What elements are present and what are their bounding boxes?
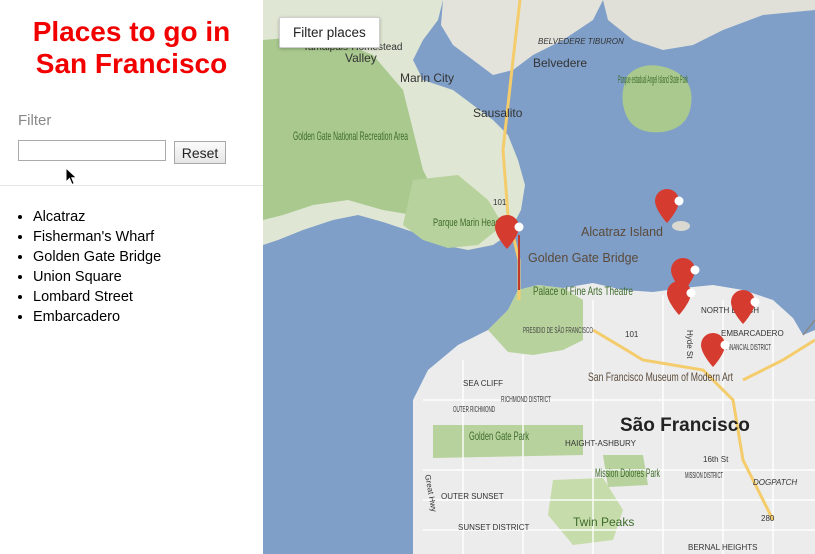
list-item[interactable]: Fisherman's Wharf [33, 227, 161, 247]
reset-button[interactable]: Reset [174, 141, 226, 164]
map-label: FINANCIAL DISTRICT [726, 343, 771, 352]
title-line-2: San Francisco [35, 48, 228, 79]
list-item[interactable]: Golden Gate Bridge [33, 247, 161, 267]
page-title: Places to go in San Francisco [0, 16, 263, 80]
map-label: DOGPATCH [753, 478, 797, 487]
mouse-cursor-icon [65, 167, 78, 186]
map-label: PRESIDIO DE SÃO FRANCISCO [523, 326, 593, 335]
title-line-1: Places to go in [32, 16, 231, 47]
sidebar: Places to go in San Francisco Filter Res… [0, 0, 263, 554]
map-label: Twin Peaks [573, 515, 634, 529]
list-item[interactable]: Lombard Street [33, 287, 161, 307]
map-label: SEA CLIFF [463, 379, 503, 388]
map-label: RICHMOND DISTRICT [501, 395, 551, 404]
map-label: OUTER RICHMOND [453, 405, 495, 414]
map-label: Alcatraz Island [581, 225, 663, 239]
map-label: Golden Gate Park [469, 429, 530, 443]
map-label: 16th St [703, 455, 729, 464]
map-label: 101 [625, 330, 639, 339]
map[interactable]: Tamalpais-Homestead Valley Marin City BE… [263, 0, 815, 554]
filter-input[interactable] [18, 140, 166, 161]
filter-places-button[interactable]: Filter places [279, 17, 380, 48]
map-label: 280 [761, 514, 775, 523]
alcatraz-island-shape [672, 221, 690, 231]
map-canvas[interactable]: Tamalpais-Homestead Valley Marin City BE… [263, 0, 815, 554]
list-item[interactable]: Alcatraz [33, 207, 161, 227]
map-label: Hyde St [685, 330, 694, 359]
map-label: SUNSET DISTRICT [458, 523, 530, 532]
map-label: OUTER SUNSET [441, 492, 504, 501]
map-label: Valley [345, 51, 377, 65]
map-label: Parque estadual Angel Island State Park [618, 74, 688, 86]
map-label: EMBARCADERO [721, 329, 784, 338]
places-list: Alcatraz Fisherman's Wharf Golden Gate B… [0, 207, 161, 327]
map-label: 101 [493, 198, 507, 207]
map-label: HAIGHT-ASHBURY [565, 439, 637, 448]
map-label: BERNAL HEIGHTS [688, 543, 758, 552]
map-label: Belvedere [533, 56, 587, 70]
map-label: Marin City [400, 71, 454, 85]
map-label: BELVEDERE TIBURON [538, 37, 624, 46]
map-label: San Francisco Museum of Modern Art [588, 370, 733, 384]
map-label: Golden Gate Bridge [528, 251, 639, 265]
map-label: MISSION DISTRICT [685, 471, 723, 480]
map-label: Palace of Fine Arts Theatre [533, 284, 633, 298]
map-label: Golden Gate National Recreation Area [293, 129, 408, 143]
map-label: São Francisco [620, 415, 750, 436]
divider [0, 185, 263, 186]
filter-label: Filter [18, 112, 52, 129]
list-item[interactable]: Embarcadero [33, 307, 161, 327]
map-label: Mission Dolores Park [595, 466, 661, 480]
map-label: Sausalito [473, 106, 523, 120]
list-item[interactable]: Union Square [33, 267, 161, 287]
